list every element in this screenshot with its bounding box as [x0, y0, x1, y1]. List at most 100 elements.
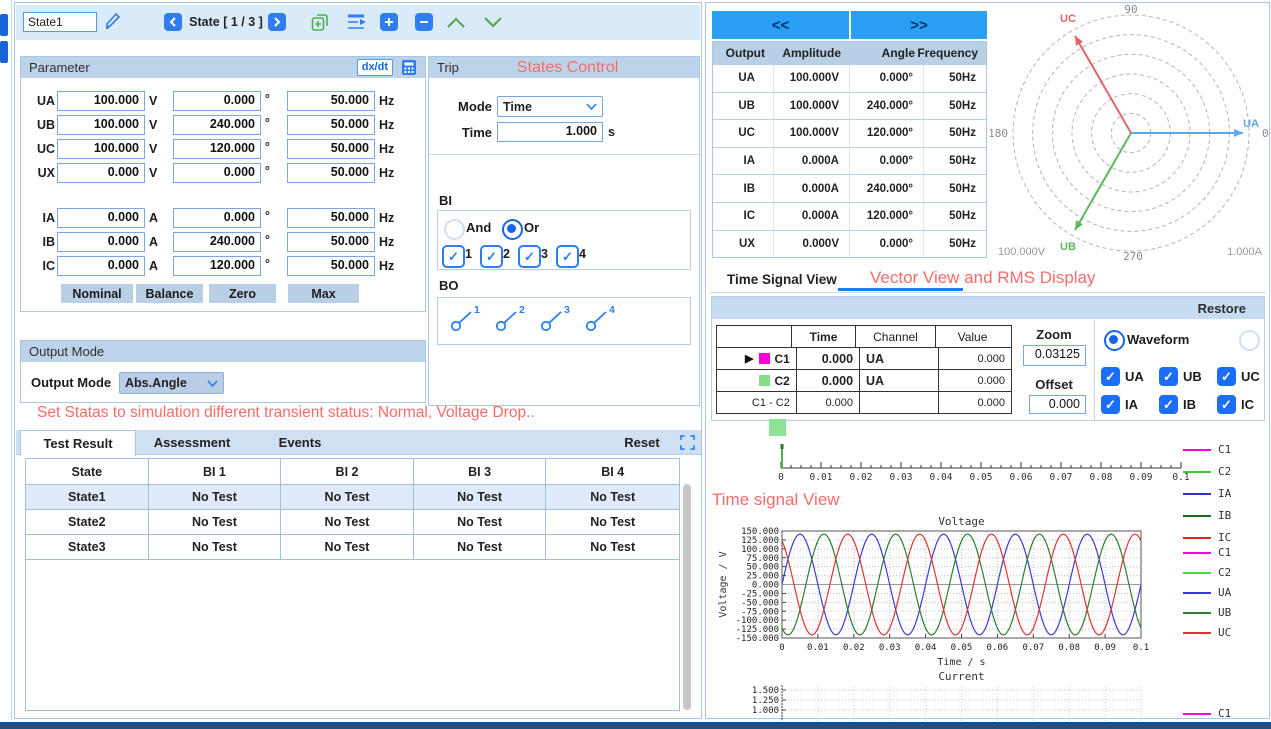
output-cell: UC: [713, 120, 773, 147]
current-chart: Current1.5001.2501.000: [712, 667, 1182, 721]
output-cell: 120.000°: [849, 120, 923, 147]
add-state-button[interactable]: [380, 13, 398, 31]
bi-checkbox-4[interactable]: ✓: [556, 245, 579, 268]
bi-checkbox-3[interactable]: ✓: [518, 245, 541, 268]
legend-entry-c1: C1: [1183, 443, 1231, 456]
current-checkbox-ib[interactable]: ✓: [1159, 395, 1178, 414]
zoom-label: Zoom: [1012, 325, 1096, 343]
tab-test-result[interactable]: Test Result: [20, 430, 136, 456]
results-row-state2-cell-1[interactable]: No Test: [149, 510, 282, 534]
bo-output-4[interactable]: 4: [585, 308, 621, 336]
bi-label: BI: [439, 193, 452, 208]
results-header-row-cell-4[interactable]: BI 4: [546, 459, 679, 484]
trip-mode-dropdown[interactable]: Time: [497, 96, 603, 117]
bi-checkbox-2[interactable]: ✓: [480, 245, 503, 268]
trip-time-input[interactable]: 1.000: [497, 122, 603, 142]
results-row-state3-cell-0[interactable]: State3: [26, 535, 149, 559]
zoom-input[interactable]: 0.03125: [1023, 345, 1086, 366]
timeline-overview-axis[interactable]: 00.010.020.030.040.050.060.070.080.090.1: [761, 441, 1201, 487]
voltage-checkbox-ub[interactable]: ✓: [1159, 367, 1178, 386]
waveform-radio[interactable]: [1104, 330, 1125, 351]
tab-time-signal-view[interactable]: Time Signal View: [727, 269, 837, 289]
bo-outputs: 1234: [438, 298, 690, 344]
cursor-cell: 0.000: [938, 348, 1011, 369]
voltage-checkbox-ua[interactable]: ✓: [1101, 367, 1120, 386]
prev-state-button[interactable]: [164, 13, 182, 31]
results-row-state1-cell-0[interactable]: State1: [26, 485, 149, 509]
tab-events[interactable]: Events: [256, 430, 344, 455]
results-row-state2-cell-0[interactable]: State2: [26, 510, 149, 534]
results-row-state1-cell-3[interactable]: No Test: [414, 485, 547, 509]
results-row-state3-cell-3[interactable]: No Test: [414, 535, 547, 559]
results-row-state1-cell-4[interactable]: No Test: [546, 485, 679, 509]
play-icon[interactable]: ▶: [745, 352, 753, 365]
move-down-icon[interactable]: [483, 16, 503, 29]
strip-button-2[interactable]: [0, 41, 8, 63]
voltage-chart: VoltageVoltage / V150.000125.000100.0007…: [712, 513, 1182, 671]
remove-state-button[interactable]: [415, 13, 433, 31]
results-row-state1-cell-1[interactable]: No Test: [149, 485, 282, 509]
max-button[interactable]: Max: [288, 284, 359, 303]
bo-output-1[interactable]: 1: [450, 308, 486, 336]
move-up-icon[interactable]: [446, 16, 466, 29]
scrollbar-thumb[interactable]: [683, 484, 691, 710]
timeline-slider-handle[interactable]: [769, 419, 786, 436]
balance-button[interactable]: Balance: [136, 284, 203, 303]
output-cell: 50Hz: [923, 65, 986, 92]
second-view-radio[interactable]: [1239, 330, 1260, 351]
results-row-state3-cell-1[interactable]: No Test: [149, 535, 282, 559]
results-header-row[interactable]: StateBI 1BI 2BI 3BI 4: [26, 459, 679, 485]
output-row-ic[interactable]: IC0.000A120.000°50Hz: [713, 202, 986, 230]
bi-and-radio[interactable]: [444, 219, 465, 240]
bo-output-3[interactable]: 3: [540, 308, 576, 336]
results-row-state2-cell-3[interactable]: No Test: [414, 510, 547, 534]
legend-label: C2: [1218, 465, 1231, 478]
output-mode-dropdown[interactable]: Abs.Angle: [119, 372, 224, 394]
output-row-uc[interactable]: UC100.000V120.000°50Hz: [713, 119, 986, 147]
bi-or-radio[interactable]: [502, 219, 523, 240]
edit-pencil-icon[interactable]: [103, 11, 123, 31]
bo-box: 1234: [437, 297, 691, 345]
bo-output-2[interactable]: 2: [495, 308, 531, 336]
output-row-ub[interactable]: UB100.000V240.000°50Hz: [713, 92, 986, 120]
results-header-row-cell-0[interactable]: State: [26, 459, 149, 484]
results-row-state1[interactable]: State1No TestNo TestNo TestNo Test: [26, 485, 679, 510]
output-cell: 0.000°: [849, 65, 923, 92]
results-row-state3[interactable]: State3No TestNo TestNo TestNo Test: [26, 535, 679, 560]
copy-state-icon[interactable]: [310, 12, 331, 33]
state-name-input[interactable]: State1: [23, 12, 97, 32]
results-row-state1-cell-2[interactable]: No Test: [281, 485, 414, 509]
reset-button[interactable]: Reset: [612, 430, 672, 455]
output-row-ux[interactable]: UX0.000V0.000°50Hz: [713, 230, 986, 258]
restore-button[interactable]: Restore: [1198, 301, 1246, 316]
results-row-state3-cell-2[interactable]: No Test: [281, 535, 414, 559]
voltage-checkbox-uc[interactable]: ✓: [1217, 367, 1236, 386]
state-toolbar: State1 State [ 1 / 3 ]: [16, 5, 700, 40]
results-header-row-cell-3[interactable]: BI 3: [414, 459, 547, 484]
output-row-ua[interactable]: UA100.000V0.000°50Hz: [713, 64, 986, 92]
strip-button-1[interactable]: [0, 14, 8, 36]
results-row-state2[interactable]: State2No TestNo TestNo TestNo Test: [26, 510, 679, 535]
expand-icon[interactable]: [680, 435, 695, 450]
results-row-state2-cell-4[interactable]: No Test: [546, 510, 679, 534]
results-header-row-cell-1[interactable]: BI 1: [149, 459, 282, 484]
insert-state-icon[interactable]: [346, 13, 368, 31]
results-header-row-cell-2[interactable]: BI 2: [281, 459, 414, 484]
legend-entry-ub: UB: [1183, 606, 1231, 619]
next-state-button[interactable]: [268, 13, 286, 31]
prev-page-button[interactable]: <<: [712, 11, 849, 39]
output-row-ib[interactable]: IB0.000A240.000°50Hz: [713, 174, 986, 202]
current-checkbox-ic[interactable]: ✓: [1217, 395, 1236, 414]
parameter-buttons: NominalBalance Zero Max: [21, 57, 425, 311]
next-page-button[interactable]: >>: [851, 11, 987, 39]
results-scrollbar[interactable]: [683, 484, 691, 710]
nominal-button[interactable]: Nominal: [61, 284, 133, 303]
output-row-ia[interactable]: IA0.000A0.000°50Hz: [713, 147, 986, 175]
cursor-color-swatch: [759, 353, 770, 364]
current-checkbox-ia[interactable]: ✓: [1101, 395, 1120, 414]
results-row-state2-cell-2[interactable]: No Test: [281, 510, 414, 534]
bi-checkbox-1[interactable]: ✓: [442, 245, 465, 268]
results-row-state3-cell-4[interactable]: No Test: [546, 535, 679, 559]
tab-assessment[interactable]: Assessment: [138, 430, 246, 455]
zero-button[interactable]: Zero: [209, 284, 276, 303]
